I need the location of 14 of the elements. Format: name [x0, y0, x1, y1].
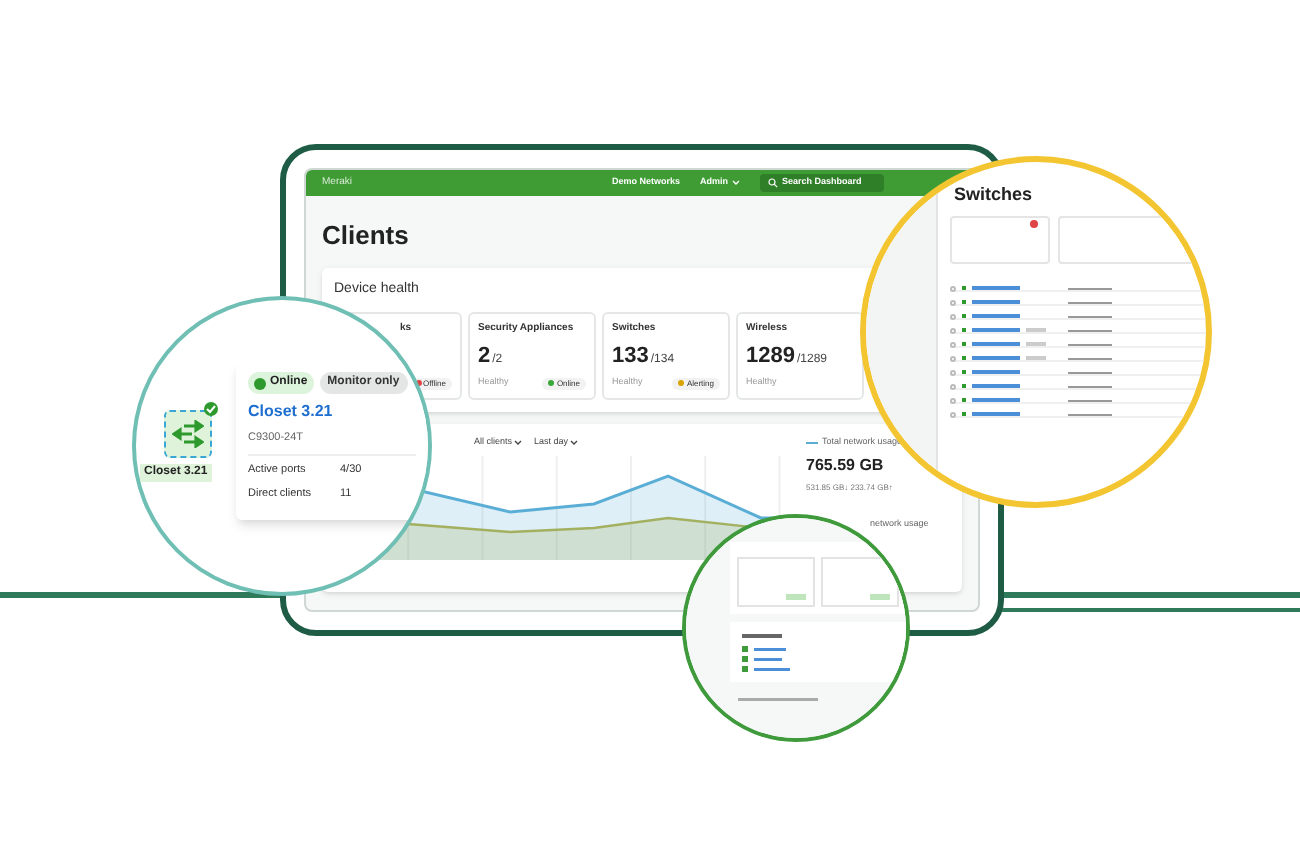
device-count: 1289 [746, 342, 795, 372]
panel-title: Switches [954, 182, 1033, 208]
device-count: 133 [612, 342, 649, 372]
device-link[interactable]: Closet 3.21 [248, 400, 416, 424]
chevron-down-icon [514, 439, 523, 446]
switch-icon [164, 410, 212, 458]
search-icon [768, 178, 779, 188]
chevron-down-icon [570, 439, 579, 446]
page-title: Clients [322, 218, 411, 254]
check-icon [204, 402, 218, 416]
chevron-down-icon [732, 180, 741, 186]
stat-card [950, 216, 1050, 264]
device-count: 2 [478, 342, 491, 372]
usage-total: 765.59 GB [806, 453, 886, 478]
